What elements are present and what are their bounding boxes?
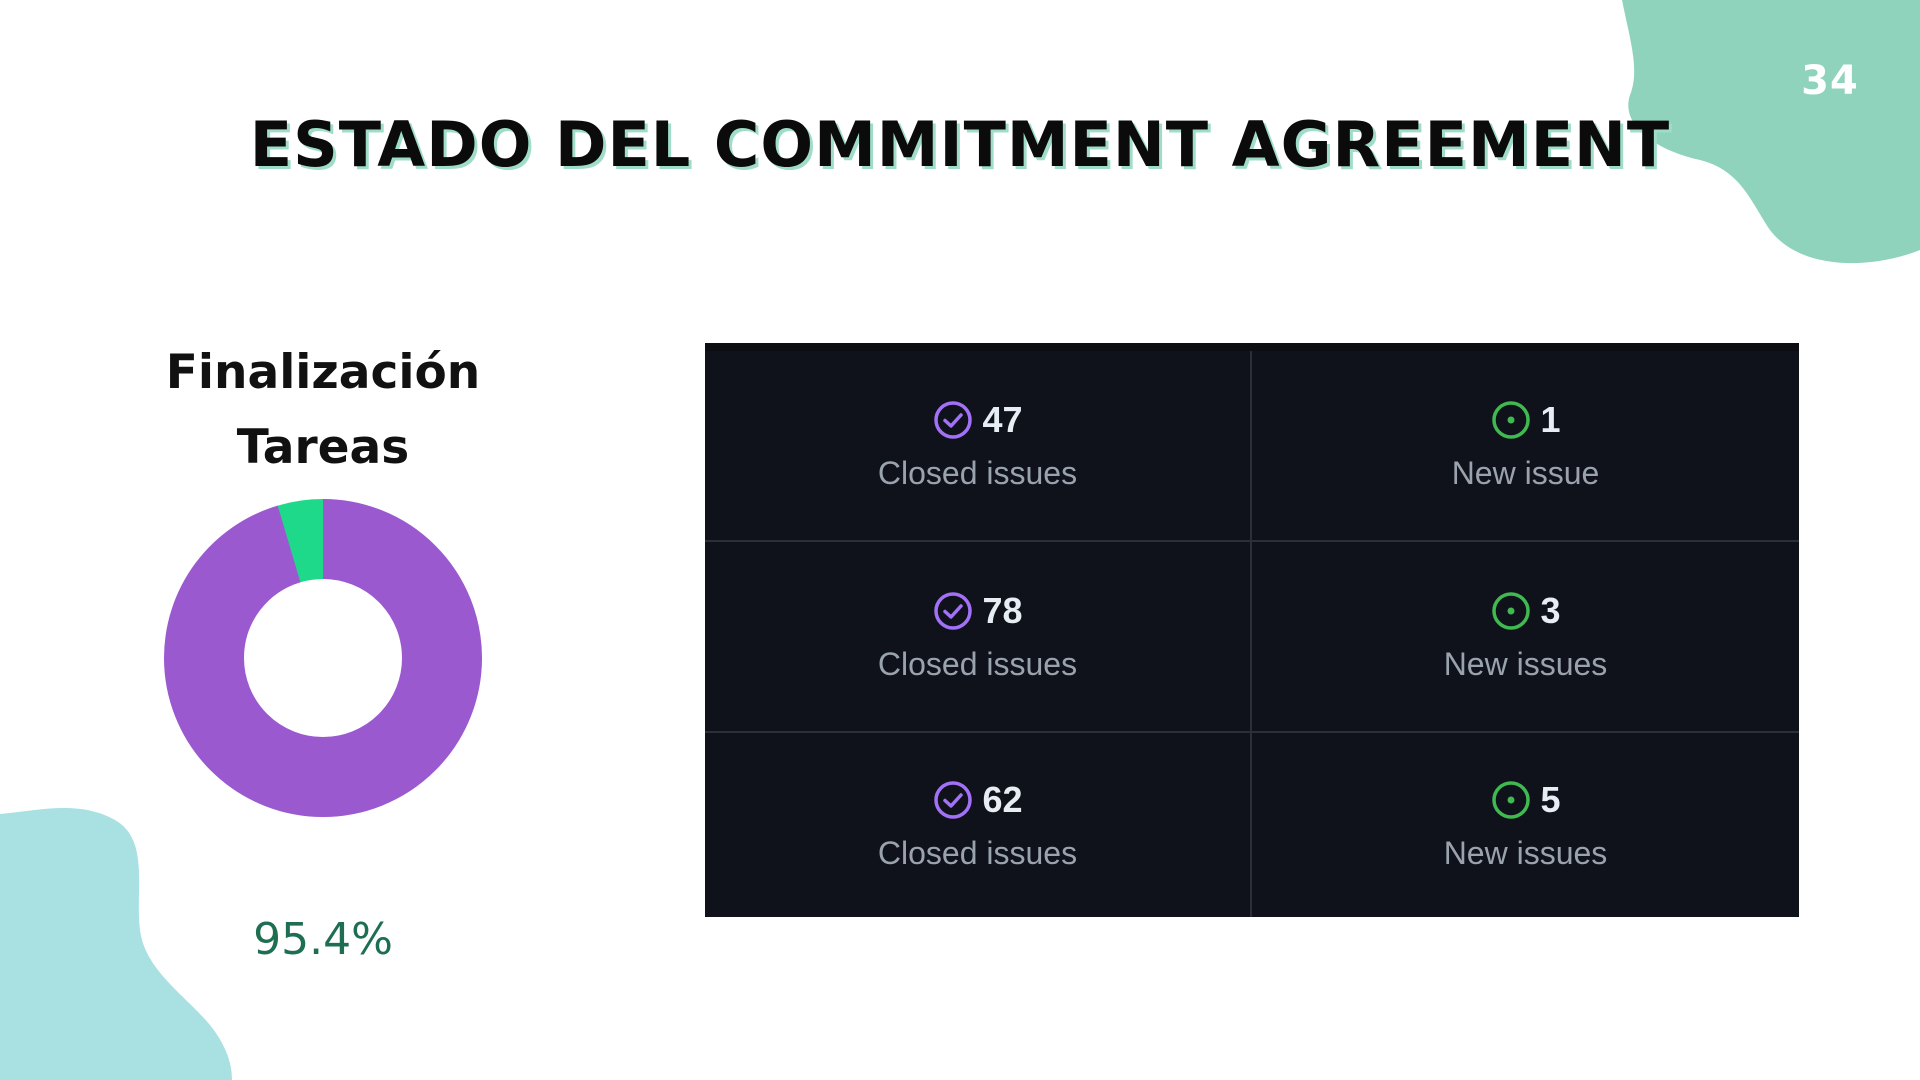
- stat-count-line: 47: [932, 399, 1023, 441]
- new-issues-stat[interactable]: 1 New issue: [1252, 351, 1799, 542]
- closed-issues-stat[interactable]: 78 Closed issues: [705, 542, 1252, 733]
- new-issues-count: 5: [1540, 778, 1561, 820]
- closed-issues-count: 47: [982, 399, 1023, 440]
- check-circle-icon: [934, 592, 973, 630]
- stat-count-line: 3: [1490, 590, 1561, 632]
- new-issues-label: New issues: [1443, 834, 1608, 871]
- donut-completed-arc: [164, 499, 482, 817]
- stat-count-line: 5: [1490, 778, 1561, 821]
- completion-percent: 95.4%: [253, 914, 393, 965]
- closed-issues-label: Closed issues: [877, 834, 1078, 871]
- issue-open-icon: [1492, 401, 1531, 439]
- donut-title-line2: Tareas: [236, 420, 410, 475]
- check-circle-icon: [934, 780, 973, 819]
- page-number: 34: [1801, 58, 1859, 104]
- closed-issues-count: 62: [982, 778, 1023, 820]
- issue-open-icon: [1492, 780, 1531, 819]
- completion-donut-chart: [164, 499, 482, 817]
- new-issues-count: 3: [1540, 590, 1561, 631]
- new-issues-label: New issue: [1451, 455, 1600, 491]
- donut-title: Finalización Tareas: [130, 335, 516, 485]
- new-issues-label: New issues: [1443, 646, 1608, 682]
- closed-issues-label: Closed issues: [877, 455, 1078, 491]
- issues-stats-grid: 47 Closed issues 1 New issue 78 Closed issues…: [705, 351, 1799, 917]
- new-issues-stat[interactable]: 5 New issues: [1252, 733, 1799, 917]
- new-issues-stat[interactable]: 3 New issues: [1252, 542, 1799, 733]
- closed-issues-stat[interactable]: 47 Closed issues: [705, 351, 1252, 542]
- stat-count-line: 78: [932, 590, 1023, 632]
- issues-stats-panel: 47 Closed issues 1 New issue 78 Closed issues…: [705, 343, 1799, 917]
- stat-count-line: 1: [1490, 399, 1561, 441]
- closed-issues-stat[interactable]: 62 Closed issues: [705, 733, 1252, 917]
- slide-title: ESTADO DEL COMMITMENT AGREEMENT: [249, 108, 1671, 181]
- issue-open-icon: [1492, 592, 1531, 630]
- check-circle-icon: [934, 401, 973, 439]
- donut-title-line1: Finalización: [165, 345, 481, 400]
- closed-issues-label: Closed issues: [877, 646, 1078, 682]
- stat-count-line: 62: [932, 778, 1023, 821]
- closed-issues-count: 78: [982, 590, 1023, 631]
- new-issues-count: 1: [1540, 399, 1561, 440]
